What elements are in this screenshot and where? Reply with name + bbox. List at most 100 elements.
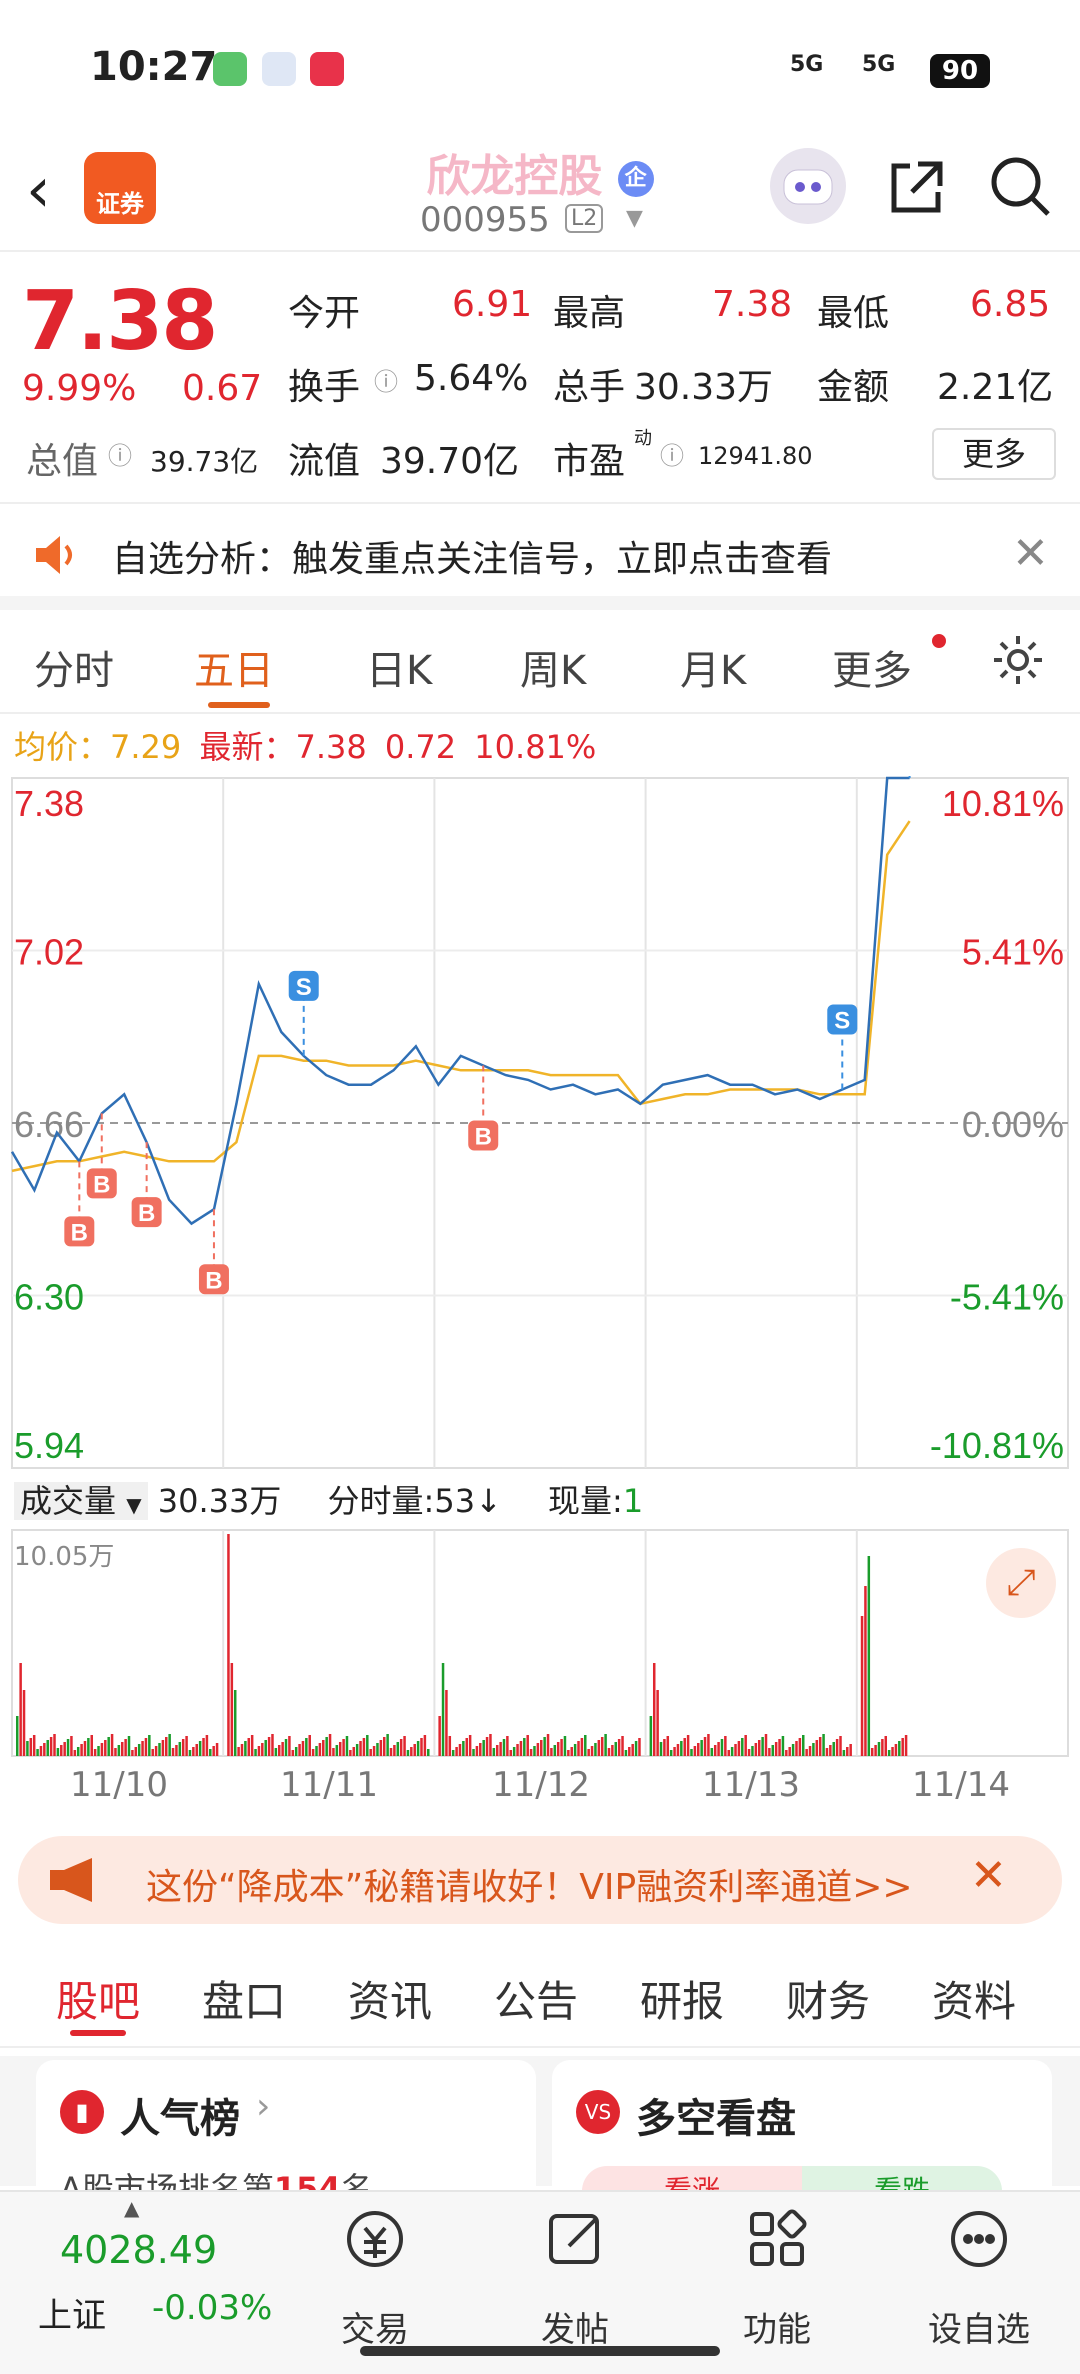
- volume-bar: [611, 1745, 614, 1756]
- volume-bar: [389, 1748, 393, 1756]
- tab-orderbook[interactable]: 盘口: [202, 1968, 286, 2029]
- tab-profile[interactable]: 资料: [932, 1968, 1016, 2029]
- volume-bar: [737, 1741, 741, 1756]
- chevron-up-icon[interactable]: ▲: [124, 2196, 139, 2220]
- info-icon[interactable]: ⓘ: [108, 436, 132, 471]
- tab-five-day[interactable]: 五日: [194, 638, 274, 696]
- volume-bar: [322, 1740, 325, 1756]
- popularity-title: 人气榜: [120, 2096, 240, 2142]
- nav-post[interactable]: 发帖: [510, 2302, 640, 2351]
- broker-logo[interactable]: 证券: [84, 152, 156, 224]
- volume-bar: [802, 1735, 805, 1756]
- y-right-tick: 10.81%: [942, 783, 1064, 824]
- y-right-tick: -10.81%: [930, 1425, 1064, 1466]
- float-value: 39.70亿: [380, 441, 520, 482]
- tab-financials[interactable]: 财务: [786, 1968, 870, 2029]
- volume-bar: [294, 1747, 298, 1756]
- volume-bar: [867, 1556, 871, 1756]
- volume-bar: [754, 1743, 758, 1756]
- gear-icon[interactable]: [990, 632, 1046, 692]
- tab-news[interactable]: 资讯: [348, 1968, 432, 2029]
- volume-bar: [406, 1750, 410, 1756]
- date-label: 11/12: [492, 1765, 590, 1805]
- volume-bar: [822, 1734, 825, 1756]
- stock-header: ‹ 证券 欣龙控股 企 000955 L2 ▼: [0, 140, 1080, 252]
- volume-bar: [151, 1749, 154, 1756]
- tab-weekly-k[interactable]: 周K: [520, 638, 586, 696]
- volume-bar: [707, 1734, 710, 1756]
- promo-banner[interactable]: 这份“降成本”秘籍请收好！VIP融资利率通道>> ✕: [18, 1836, 1062, 1924]
- volume-bar: [376, 1743, 379, 1756]
- tab-more[interactable]: 更多: [832, 638, 912, 696]
- info-icon[interactable]: ⓘ: [660, 436, 684, 471]
- expand-icon[interactable]: ⤢: [986, 1548, 1056, 1618]
- close-icon[interactable]: ✕: [1012, 528, 1049, 579]
- volume-bar: [458, 1744, 462, 1756]
- volume-bar: [110, 1734, 114, 1756]
- tick-volume-value: 53: [434, 1482, 476, 1520]
- tab-announcements[interactable]: 公告: [494, 1968, 578, 2029]
- volume-bar: [73, 1750, 77, 1756]
- volume-bar: [362, 1738, 366, 1756]
- buy-marker-label: B: [475, 1124, 492, 1151]
- tab-guba[interactable]: 股吧: [56, 1968, 140, 2029]
- volume-bar: [212, 1746, 215, 1756]
- current-volume-value: 1: [622, 1482, 644, 1520]
- volume-bar: [227, 1534, 230, 1756]
- volume-bar: [56, 1748, 60, 1756]
- tab-daily-k[interactable]: 日K: [366, 638, 432, 696]
- share-icon[interactable]: [884, 154, 948, 222]
- back-icon[interactable]: ‹: [26, 159, 51, 221]
- avg-price-line: [11, 820, 911, 1173]
- pe-label: 市盈: [553, 441, 626, 482]
- volume-bar: [423, 1735, 427, 1756]
- volume-bar: [308, 1735, 311, 1756]
- float-label: 流值: [288, 441, 361, 482]
- tab-monthly-k[interactable]: 月K: [680, 638, 746, 696]
- volume-bar: [747, 1749, 751, 1756]
- volume-bar: [485, 1737, 489, 1756]
- volume-bar: [870, 1748, 874, 1756]
- tab-intraday[interactable]: 分时: [34, 638, 114, 696]
- index-value[interactable]: 4028.49: [60, 2228, 217, 2272]
- volume-bar: [462, 1741, 465, 1756]
- notice-text: 自选分析：触发重点关注信号，立即点击查看: [112, 539, 833, 580]
- speaker-icon: [30, 530, 80, 584]
- volume-bar: [663, 1739, 666, 1756]
- tab-research[interactable]: 研报: [640, 1968, 724, 2029]
- volume-bar: [590, 1746, 594, 1756]
- volume-bar: [829, 1745, 832, 1756]
- volume-bar: [502, 1739, 506, 1756]
- volume-bar: [567, 1750, 570, 1756]
- nav-functions[interactable]: 功能: [712, 2302, 842, 2351]
- volume-header: 成交量 ▼ 30.33万 分时量:53↓ 现量:1: [14, 1476, 643, 1522]
- volume-selector[interactable]: 成交量 ▼: [14, 1482, 148, 1520]
- volume-bar: [495, 1745, 499, 1756]
- volume-bar: [479, 1743, 482, 1756]
- close-icon[interactable]: ✕: [970, 1850, 1007, 1901]
- level2-badge[interactable]: L2: [565, 204, 604, 233]
- volume-bar: [420, 1738, 423, 1756]
- search-icon[interactable]: [988, 154, 1052, 222]
- volume-bar: [621, 1736, 624, 1756]
- volume-bar: [764, 1734, 768, 1756]
- info-icon[interactable]: ⓘ: [374, 362, 398, 397]
- signal-notice[interactable]: 自选分析：触发重点关注信号，立即点击查看 ✕: [0, 506, 1080, 610]
- volume-bar: [274, 1748, 278, 1756]
- volume-bar: [271, 1734, 274, 1756]
- volume-bar: [669, 1750, 673, 1756]
- volume-bar: [666, 1736, 670, 1756]
- volume-bar: [117, 1745, 121, 1756]
- volume-bar: [825, 1748, 829, 1756]
- volume-bar: [482, 1740, 485, 1756]
- nav-trade[interactable]: 交易: [310, 2302, 440, 2351]
- volume-bar: [53, 1734, 56, 1756]
- y-right-tick: 5.41%: [962, 932, 1064, 973]
- chevron-down-icon[interactable]: ▼: [626, 206, 643, 231]
- more-button[interactable]: 更多: [932, 428, 1056, 480]
- assistant-avatar[interactable]: [770, 148, 846, 224]
- nav-add-watchlist[interactable]: 设自选: [914, 2302, 1044, 2351]
- volume-bar: [898, 1741, 901, 1756]
- volume-bar: [451, 1750, 455, 1756]
- five-day-chart[interactable]: 7.38 7.02 6.66 6.30 5.94 10.81% 5.41% 0.00% -5.4…: [0, 693, 1080, 1820]
